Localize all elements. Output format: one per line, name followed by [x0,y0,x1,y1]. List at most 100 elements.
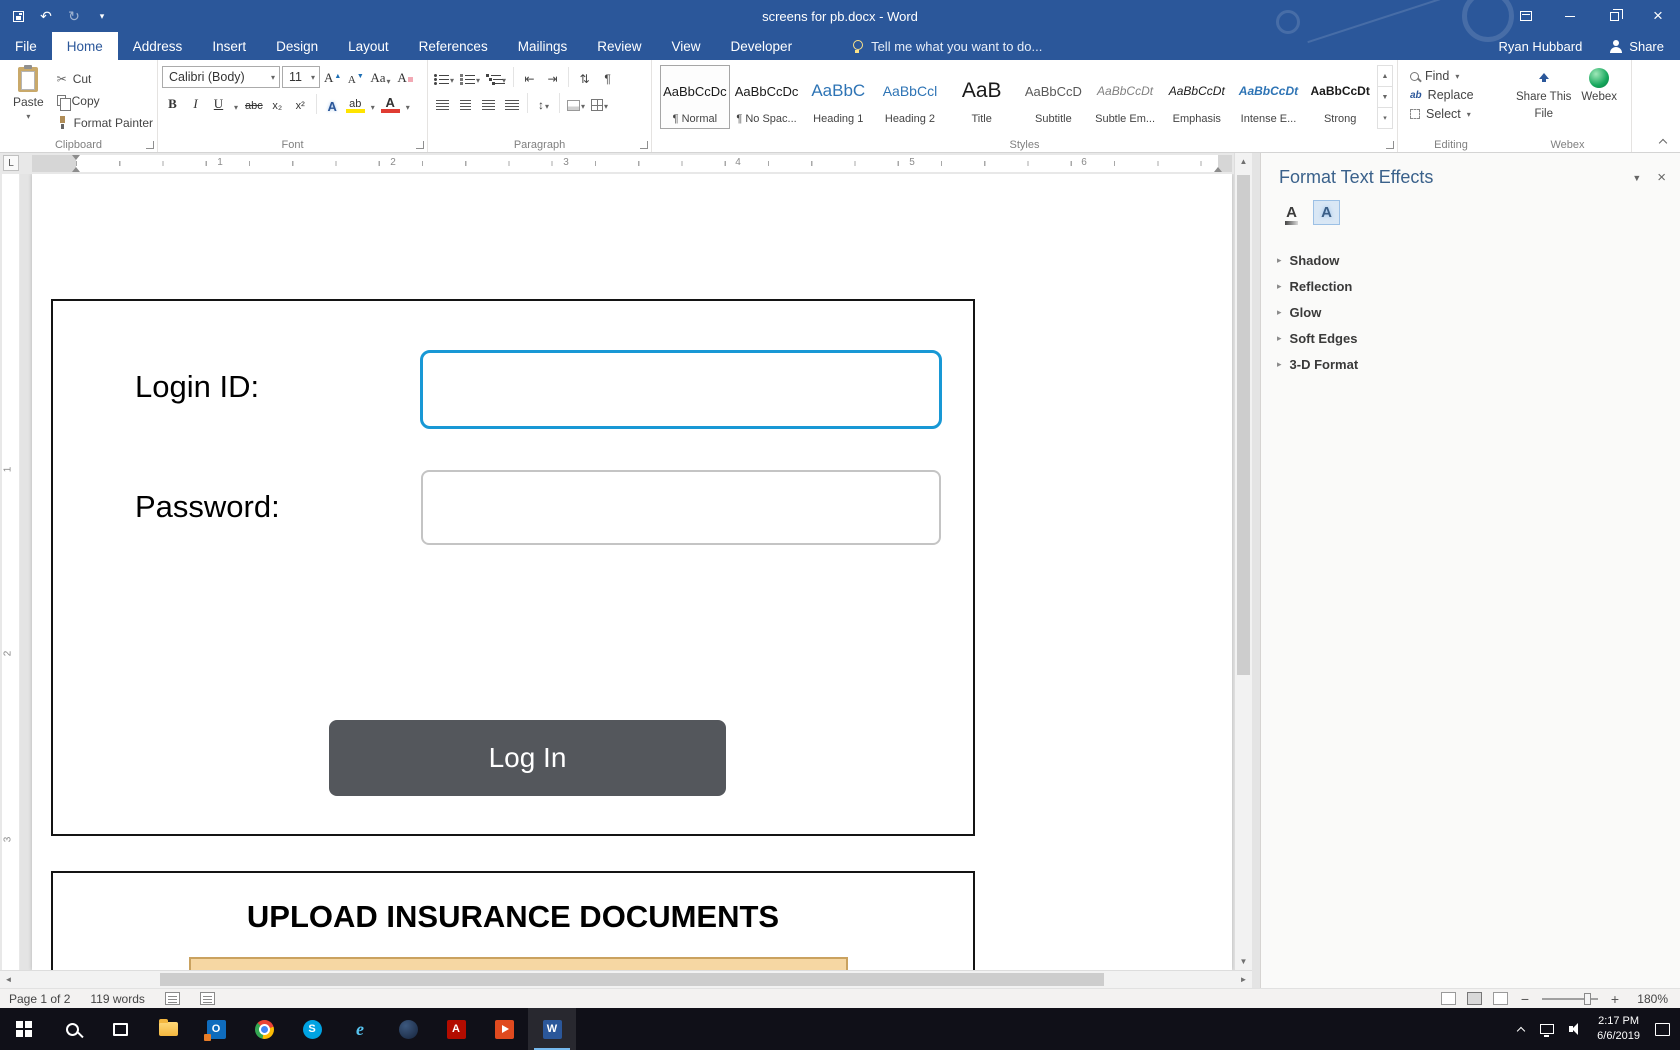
tell-me-box[interactable]: Tell me what you want to do... [851,32,1042,60]
font-color-options-button[interactable]: ▾ [403,93,413,114]
align-left-button[interactable] [432,92,453,113]
increase-indent-button[interactable]: ⇥ [542,66,563,87]
customize-quick-access-button[interactable]: ▾ [94,7,110,25]
justify-button[interactable] [501,92,522,113]
skype-button[interactable]: S [288,1008,336,1050]
page-indicator[interactable]: Page 1 of 2 [9,992,70,1006]
change-case-button[interactable]: Aa▾ [368,67,392,88]
show-hidden-icons-button[interactable] [1516,1025,1525,1034]
network-icon[interactable] [1540,1024,1554,1034]
line-spacing-button[interactable]: ↕▾ [533,92,554,113]
grow-font-button[interactable]: A▲ [322,67,343,88]
borders-button[interactable]: ▾ [589,92,610,113]
right-indent-marker[interactable] [1214,163,1222,172]
strikethrough-button[interactable]: abc [243,93,265,114]
tab-mailings[interactable]: Mailings [503,32,583,60]
collapse-ribbon-button[interactable] [1658,138,1668,146]
text-fill-outline-tab[interactable]: A [1278,200,1305,225]
style-item-no-spacing[interactable]: AaBbCcDc ¶ No Spac... [732,65,802,129]
zoom-out-button[interactable]: − [1519,992,1531,1006]
chrome-button[interactable] [240,1008,288,1050]
log-in-button[interactable]: Log In [329,720,726,796]
close-button[interactable]: × [1636,0,1680,32]
tab-stop-selector[interactable]: L [3,155,19,171]
password-input[interactable] [421,470,941,545]
tab-view[interactable]: View [657,32,716,60]
tab-developer[interactable]: Developer [716,32,808,60]
scroll-left-button[interactable]: ◄ [0,971,17,988]
style-item-heading2[interactable]: AaBbCcl Heading 2 [875,65,945,129]
highlight-options-button[interactable]: ▾ [368,93,378,114]
bold-button[interactable]: B [162,93,183,114]
media-player-button[interactable] [480,1008,528,1050]
subscript-button[interactable]: x₂ [267,93,288,114]
login-id-input[interactable] [420,350,942,429]
start-button[interactable] [0,1008,48,1050]
superscript-button[interactable]: x² [290,93,311,114]
document-page[interactable]: Login ID: Password: Log In UPLOAD INSURA… [32,174,1232,970]
zoom-slider-thumb[interactable] [1584,993,1591,1005]
show-formatting-marks-button[interactable]: ¶ [597,66,618,87]
sort-button[interactable]: ⇅ [574,66,595,87]
bullets-button[interactable]: ▾ [432,66,456,87]
font-family-select[interactable]: Calibri (Body) ▾ [162,66,280,88]
cut-button[interactable]: ✂ Cut [57,70,153,87]
upload-documents-box[interactable]: UPLOAD INSURANCE DOCUMENTS [51,871,975,970]
login-form-box[interactable]: Login ID: Password: Log In [51,299,975,836]
zoom-level[interactable]: 180% [1632,992,1668,1006]
tab-address[interactable]: Address [118,32,198,60]
styles-dialog-launcher[interactable] [1386,141,1394,149]
signed-in-user[interactable]: Ryan Hubbard [1498,39,1582,54]
undo-button[interactable]: ↶ [38,7,54,25]
paragraph-dialog-launcher[interactable] [640,141,648,149]
section-soft-edges[interactable]: ▸ Soft Edges [1271,325,1680,351]
font-color-button[interactable]: A [380,93,401,114]
scroll-up-button[interactable]: ▲ [1235,153,1252,170]
align-right-button[interactable] [478,92,499,113]
text-effects-button[interactable]: A [322,93,343,114]
find-button[interactable]: Find ▾ [1410,69,1496,83]
style-item-normal[interactable]: AaBbCcDc ¶ Normal [660,65,730,129]
horizontal-scrollbar[interactable]: ◄ ► [0,970,1252,988]
tab-references[interactable]: References [404,32,503,60]
file-explorer-button[interactable] [144,1008,192,1050]
tab-file[interactable]: File [0,32,52,60]
taskbar-clock[interactable]: 2:17 PM 6/6/2019 [1597,1014,1640,1045]
webex-app-button[interactable] [384,1008,432,1050]
minimize-button[interactable] [1548,0,1592,32]
action-center-icon[interactable] [1655,1023,1670,1036]
underline-button[interactable]: U [208,93,229,114]
tab-review[interactable]: Review [582,32,656,60]
underline-options-button[interactable]: ▾ [231,93,241,114]
share-button[interactable]: Share [1610,39,1664,54]
tab-home[interactable]: Home [52,32,118,60]
redo-button[interactable]: ↻ [66,7,82,25]
restore-button[interactable] [1592,0,1636,32]
style-item-subtitle[interactable]: AaBbCcD Subtitle [1019,65,1089,129]
proofing-status-icon[interactable] [165,992,180,1005]
font-dialog-launcher[interactable] [416,141,424,149]
style-item-subtle-emphasis[interactable]: AaBbCcDt Subtle Em... [1090,65,1160,129]
style-item-intense-emphasis[interactable]: AaBbCcDt Intense E... [1234,65,1304,129]
select-button[interactable]: Select ▾ [1410,107,1496,121]
share-this-file-button[interactable]: Share This File [1516,68,1571,122]
print-layout-button[interactable] [1467,992,1482,1005]
clipboard-dialog-launcher[interactable] [146,141,154,149]
taskbar-search-button[interactable] [48,1008,96,1050]
format-painter-button[interactable]: Format Painter [57,114,153,131]
task-pane-close-button[interactable]: × [1657,170,1666,185]
tab-layout[interactable]: Layout [333,32,404,60]
style-item-heading1[interactable]: AaBbC Heading 1 [803,65,873,129]
tab-insert[interactable]: Insert [197,32,261,60]
upload-field-box[interactable] [189,957,848,970]
clear-formatting-button[interactable]: A [395,67,416,88]
text-effects-tab[interactable]: A [1313,200,1340,225]
zoom-slider[interactable] [1542,998,1598,1000]
gallery-more-button[interactable]: ▾ [1378,107,1392,128]
font-size-select[interactable]: 11 ▾ [282,66,320,88]
volume-icon[interactable] [1569,1023,1582,1035]
scroll-right-button[interactable]: ► [1235,971,1252,988]
section-3d-format[interactable]: ▸ 3-D Format [1271,351,1680,377]
task-view-button[interactable] [96,1008,144,1050]
hanging-indent-marker[interactable] [72,163,80,172]
